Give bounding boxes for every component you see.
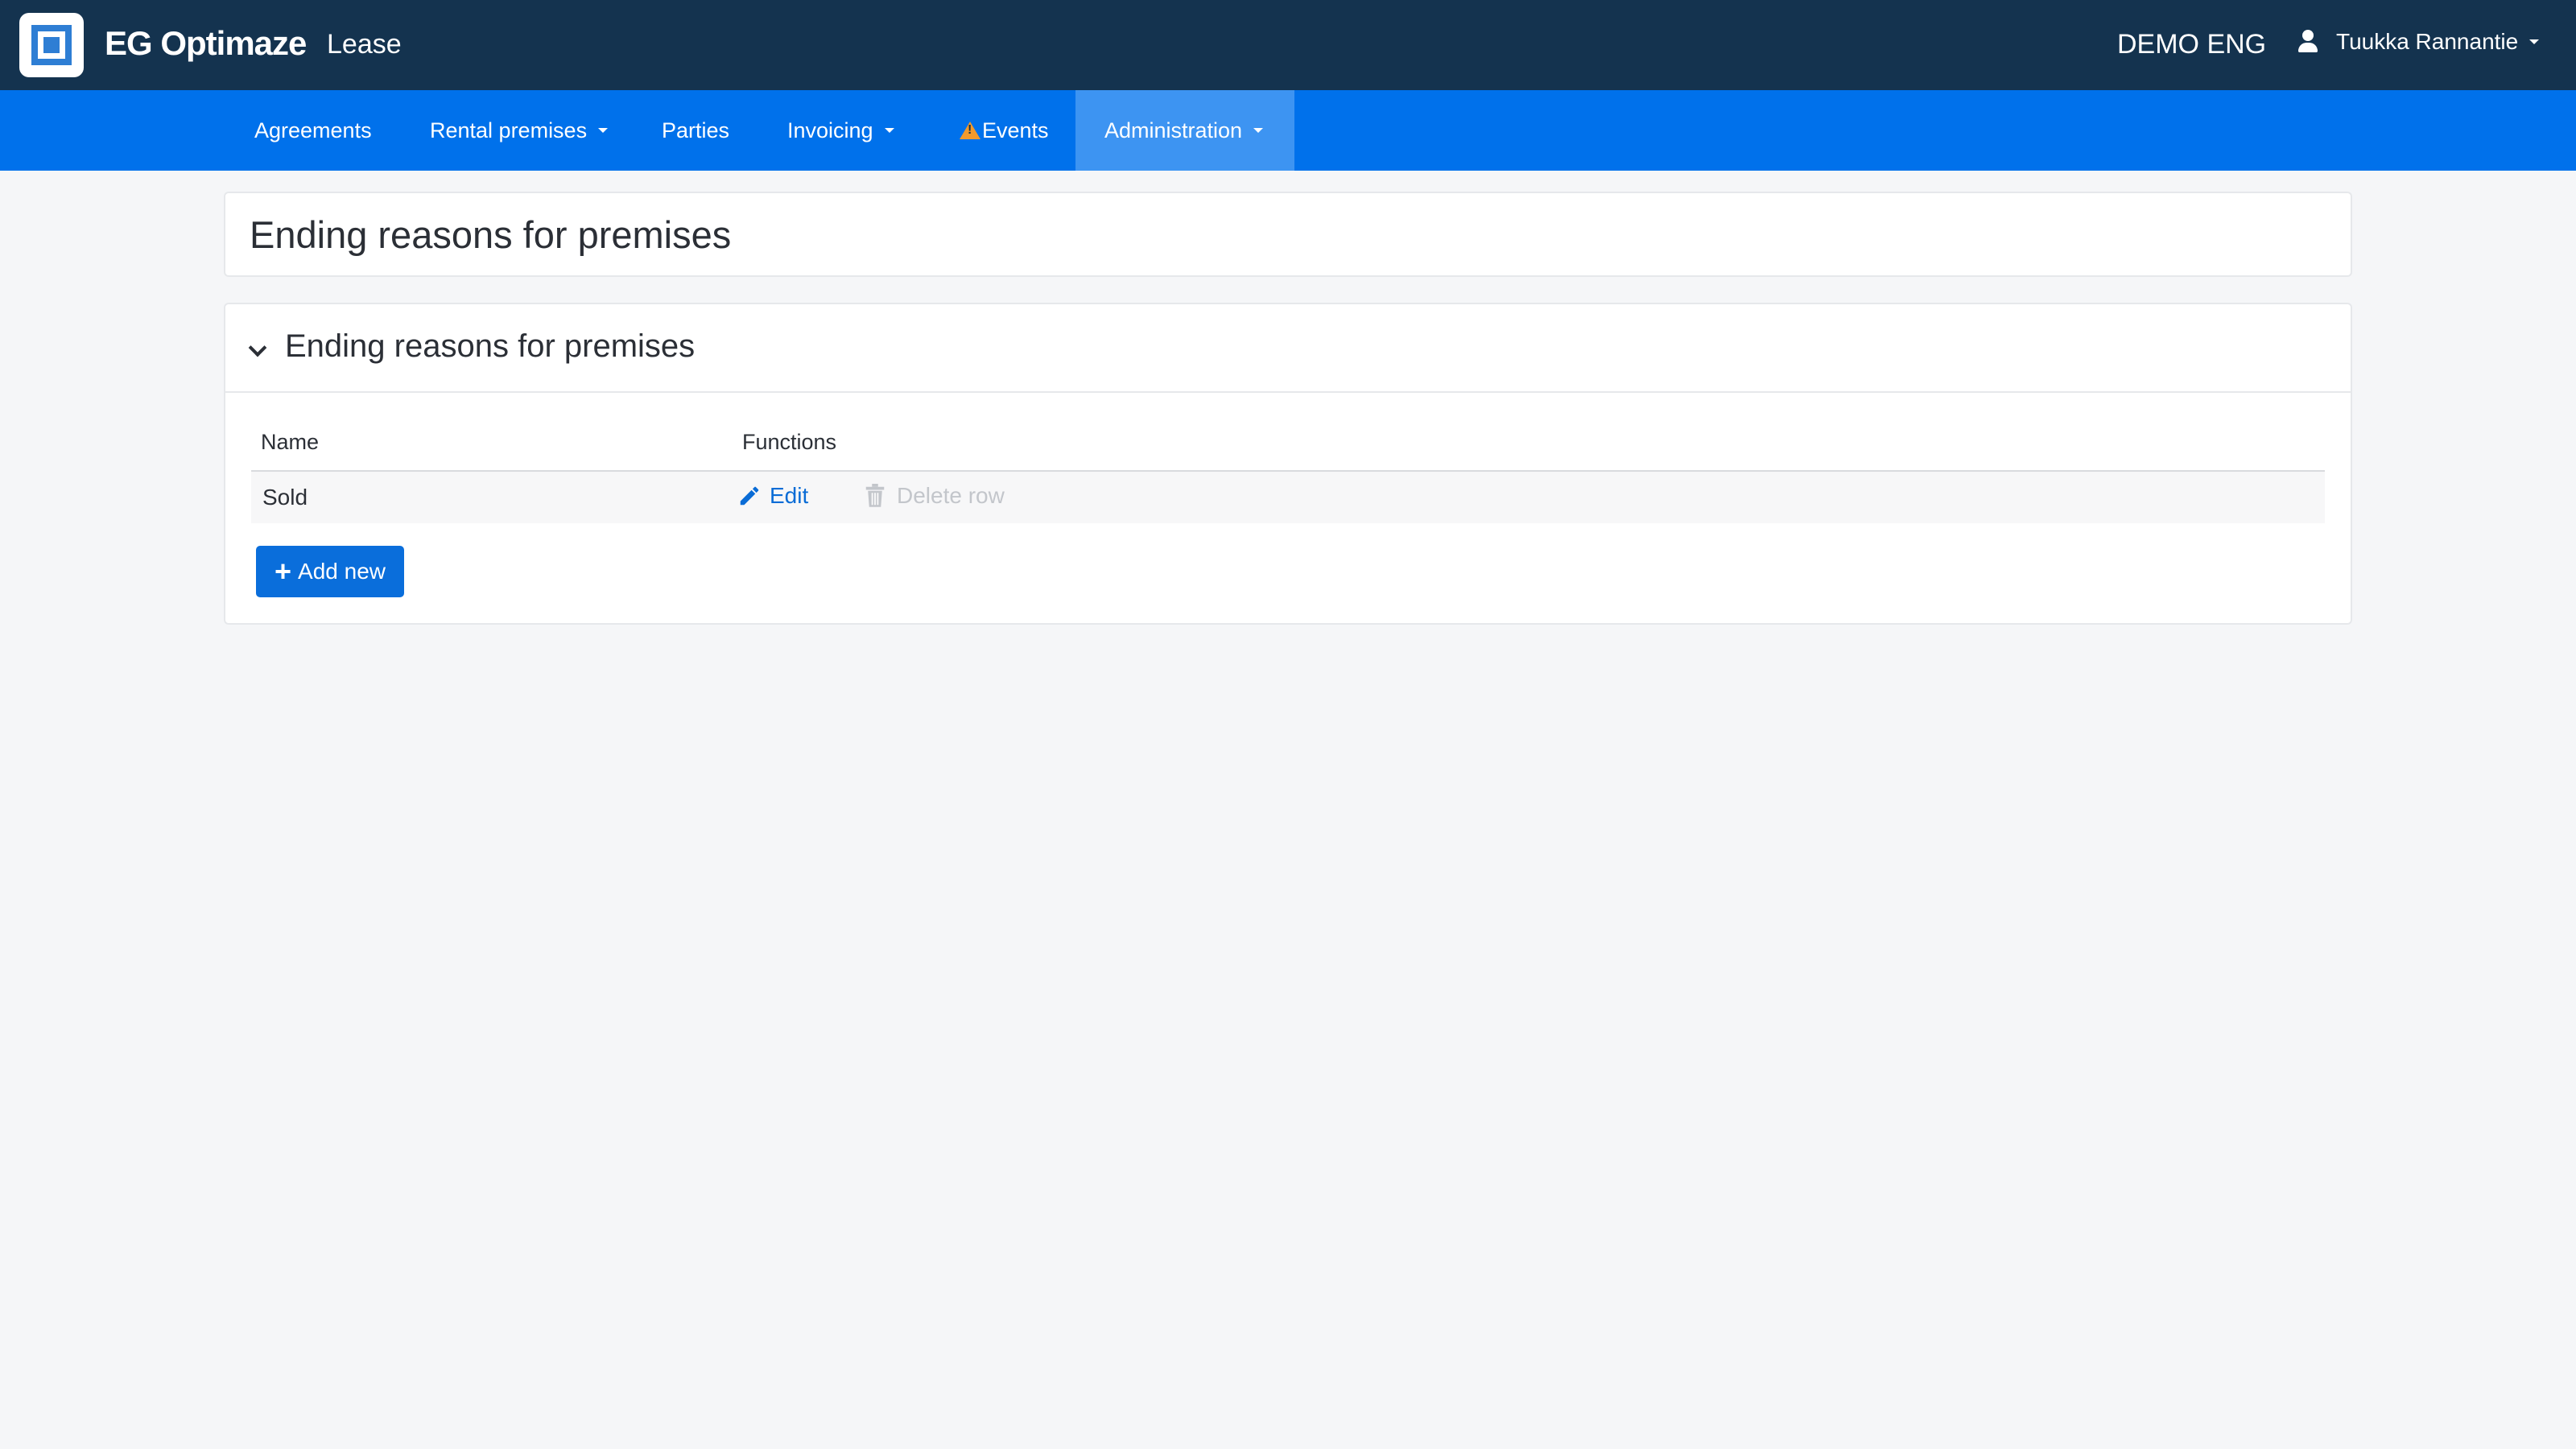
page-title: Ending reasons for premises: [250, 213, 732, 256]
nav-item-label: Agreements: [254, 118, 372, 142]
nav-item-label: Parties: [662, 118, 730, 142]
user-icon: [2297, 30, 2318, 54]
ending-reasons-panel: Ending reasons for premises Name Functio…: [224, 303, 2352, 625]
column-header-name: Name: [261, 430, 320, 454]
section-header[interactable]: Ending reasons for premises: [225, 304, 2351, 393]
add-new-button[interactable]: + Add new: [256, 546, 404, 597]
nav-item-events[interactable]: Events: [931, 90, 1078, 171]
table-row: Sold Edit Delete row: [251, 470, 2325, 523]
nav-item-parties[interactable]: Parties: [633, 90, 758, 171]
nav-item-administration[interactable]: Administration: [1075, 90, 1294, 171]
user-name: Tuukka Rannantie: [2336, 29, 2519, 54]
column-header-functions: Functions: [742, 430, 837, 454]
plus-icon: +: [275, 555, 292, 588]
chevron-down-icon: [1253, 128, 1264, 133]
nav-item-label: Administration: [1104, 118, 1243, 142]
warning-icon: [960, 122, 980, 139]
edit-link[interactable]: Edit: [737, 483, 808, 509]
nav-item-rental-premises[interactable]: Rental premises: [401, 90, 637, 171]
row-name: Sold: [262, 485, 308, 510]
top-header: EG Optimaze Lease DEMO ENG Tuukka Rannan…: [0, 0, 2576, 90]
nav-item-label: Events: [982, 118, 1049, 142]
app-logo-icon[interactable]: [19, 13, 84, 77]
nav-item-label: Rental premises: [430, 118, 588, 142]
module-name: Lease: [327, 29, 402, 60]
nav-item-agreements[interactable]: Agreements: [225, 90, 401, 171]
chevron-down-icon: [884, 128, 894, 133]
delete-row-link[interactable]: Delete row: [865, 483, 1005, 509]
chevron-down-icon: [598, 128, 609, 133]
trash-icon: [865, 484, 885, 507]
chevron-down-icon[interactable]: [248, 338, 267, 357]
user-menu[interactable]: Tuukka Rannantie: [2297, 29, 2540, 55]
delete-label: Delete row: [897, 483, 1005, 508]
tenant-name: DEMO ENG: [2117, 29, 2267, 60]
brand-name[interactable]: EG Optimaze: [105, 24, 307, 63]
section-title: Ending reasons for premises: [285, 328, 696, 364]
nav-item-label: Invoicing: [787, 118, 873, 142]
pencil-icon: [740, 486, 759, 506]
nav-item-invoicing[interactable]: Invoicing: [758, 90, 923, 171]
add-new-label: Add new: [298, 559, 386, 584]
main-nav: Agreements Rental premises Parties Invoi…: [0, 90, 2576, 171]
page-title-card: Ending reasons for premises: [224, 192, 2352, 277]
edit-label: Edit: [770, 483, 809, 508]
chevron-down-icon: [2529, 39, 2540, 44]
